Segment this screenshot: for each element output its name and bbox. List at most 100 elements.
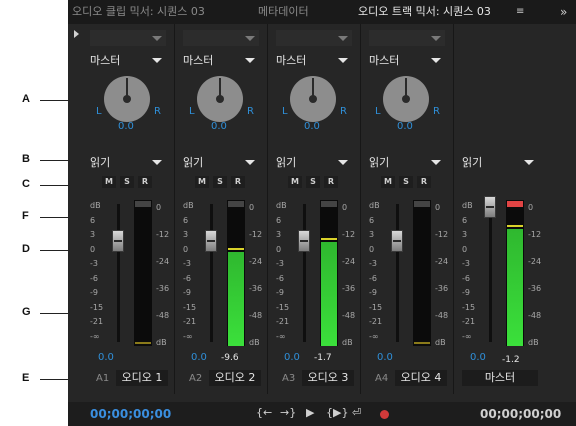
automation-mode-dropdown[interactable]: 읽기: [369, 154, 445, 170]
track-number: A3: [282, 373, 296, 384]
peak-value: -9.6: [221, 353, 239, 363]
record-enable-button[interactable]: R: [231, 176, 245, 188]
fader-scale-label: -3: [183, 259, 191, 268]
pan-left-label: L: [282, 106, 288, 117]
fader-scale-label: -3: [462, 259, 470, 268]
play-button[interactable]: ▶: [306, 406, 314, 419]
automation-mode-dropdown[interactable]: 읽기: [90, 154, 166, 170]
pan-value[interactable]: 0.0: [118, 121, 134, 132]
level-meter: [320, 200, 338, 346]
record-button[interactable]: [380, 410, 389, 419]
master-automation-dropdown[interactable]: 읽기: [462, 154, 538, 170]
automation-label: 읽기: [183, 156, 204, 169]
tab-metadata[interactable]: 메타데이터: [258, 0, 309, 24]
chevron-down-icon: [524, 160, 534, 165]
pan-value[interactable]: 0.0: [397, 121, 413, 132]
track-name[interactable]: 마스터: [462, 370, 538, 386]
volume-fader-handle[interactable]: [205, 230, 217, 252]
solo-button[interactable]: S: [120, 176, 134, 188]
fader-scale-label: -∞: [462, 331, 472, 341]
volume-value[interactable]: 0.0: [470, 352, 486, 363]
effect-dropdown[interactable]: [183, 30, 259, 46]
tab-audio-track-mixer[interactable]: 오디오 트랙 믹서: 시퀀스 03: [358, 0, 491, 24]
record-enable-button[interactable]: R: [324, 176, 338, 188]
fader-scale-label: 6: [183, 215, 189, 225]
output-dropdown[interactable]: 마스터: [276, 52, 352, 68]
volume-fader-handle[interactable]: [484, 196, 496, 218]
level-meter: [227, 200, 245, 346]
chevron-down-icon: [431, 58, 441, 63]
loop-button[interactable]: ⏎: [352, 406, 361, 419]
effect-dropdown[interactable]: [90, 30, 166, 46]
tab-overflow-icon[interactable]: »: [560, 0, 567, 24]
solo-button[interactable]: S: [306, 176, 320, 188]
go-to-out-button[interactable]: →}: [280, 406, 296, 419]
solo-button[interactable]: S: [213, 176, 227, 188]
master-strip: 읽기 dB 6 3 0 -3 -6 -9 -15 -21 -∞ 0 -12 -24 -36 -48 dB 0.0 -…: [454, 24, 576, 394]
pan-knob[interactable]: [383, 76, 429, 122]
volume-value[interactable]: 0.0: [191, 352, 207, 363]
track-name[interactable]: 오디오 3: [302, 370, 354, 386]
channel-strip: 마스터 L R 0.0 읽기 M S RdB 6 3 0 -3 -6 -9 -15 -21 -∞ 0 -12 -24-…: [361, 24, 454, 394]
fader-scale-label: -6: [462, 273, 470, 283]
fader-track: [117, 204, 120, 342]
volume-value[interactable]: 0.0: [98, 352, 114, 363]
timecode-current[interactable]: 00;00;00;00: [90, 407, 171, 421]
fader-scale-label: 0: [90, 244, 96, 254]
automation-mode-dropdown[interactable]: 읽기: [183, 154, 259, 170]
volume-fader-handle[interactable]: [391, 230, 403, 252]
clip-indicator[interactable]: [507, 201, 523, 207]
volume-value[interactable]: 0.0: [377, 352, 393, 363]
track-name[interactable]: 오디오 4: [395, 370, 447, 386]
volume-fader-handle[interactable]: [298, 230, 310, 252]
pan-knob[interactable]: [290, 76, 336, 122]
mute-button[interactable]: M: [288, 176, 302, 188]
pan-value[interactable]: 0.0: [211, 121, 227, 132]
track-name[interactable]: 오디오 2: [209, 370, 261, 386]
pan-knob[interactable]: [104, 76, 150, 122]
automation-mode-dropdown[interactable]: 읽기: [276, 154, 352, 170]
clip-indicator[interactable]: [321, 201, 337, 207]
solo-button[interactable]: S: [399, 176, 413, 188]
meter-scale-label: -24: [249, 257, 263, 266]
fader-scale-label: -3: [276, 259, 284, 268]
effect-dropdown[interactable]: [369, 30, 445, 46]
mute-button[interactable]: M: [195, 176, 209, 188]
track-name[interactable]: 오디오 1: [116, 370, 168, 386]
fader-scale-label: 3: [369, 230, 375, 239]
volume-fader-handle[interactable]: [112, 230, 124, 252]
panel-menu-icon[interactable]: ≡: [516, 0, 524, 24]
channel-strip: 마스터 L R 0.0 읽기 M S RdB 6 3 0 -3 -6 -9 -15 -21 -∞ 0 -12 -24-…: [268, 24, 361, 394]
play-in-to-out-button[interactable]: {▶}: [326, 406, 348, 419]
clip-indicator[interactable]: [414, 201, 430, 207]
expand-arrow-icon[interactable]: [74, 30, 79, 38]
tab-audio-clip-mixer[interactable]: 오디오 클립 믹서: 시퀀스 03: [72, 0, 205, 24]
fader-scale-label: dB: [276, 201, 287, 210]
channel-strip: 마스터 L R 0.0 읽기 M S RdB 6 3 0 -3 -6 -9 -15 -21 -∞ 0 -12 -24-…: [175, 24, 268, 394]
output-label: 마스터: [369, 54, 400, 67]
output-dropdown[interactable]: 마스터: [90, 52, 166, 68]
pan-knob[interactable]: [197, 76, 243, 122]
clip-indicator[interactable]: [228, 201, 244, 207]
fader-scale-label: dB: [90, 201, 101, 210]
output-dropdown[interactable]: 마스터: [369, 52, 445, 68]
volume-value[interactable]: 0.0: [284, 352, 300, 363]
pan-value[interactable]: 0.0: [304, 121, 320, 132]
mute-button[interactable]: M: [102, 176, 116, 188]
record-enable-button[interactable]: R: [417, 176, 431, 188]
peak-value: -1.2: [502, 355, 520, 365]
clip-indicator[interactable]: [135, 201, 151, 207]
effect-dropdown[interactable]: [276, 30, 352, 46]
fader-track: [210, 204, 213, 342]
output-dropdown[interactable]: 마스터: [183, 52, 259, 68]
chevron-down-icon: [431, 36, 441, 41]
mute-button[interactable]: M: [381, 176, 395, 188]
record-enable-button[interactable]: R: [138, 176, 152, 188]
chevron-down-icon: [431, 160, 441, 165]
track-number: A2: [189, 373, 203, 384]
fader-scale-label: -∞: [90, 331, 100, 341]
meter-scale-label: -24: [528, 257, 542, 266]
transport-bar: 00;00;00;00 {← →} ▶ {▶} ⏎ 00;00;00;00: [68, 402, 576, 426]
timecode-duration: 00;00;00;00: [480, 407, 562, 421]
go-to-in-button[interactable]: {←: [256, 406, 272, 419]
